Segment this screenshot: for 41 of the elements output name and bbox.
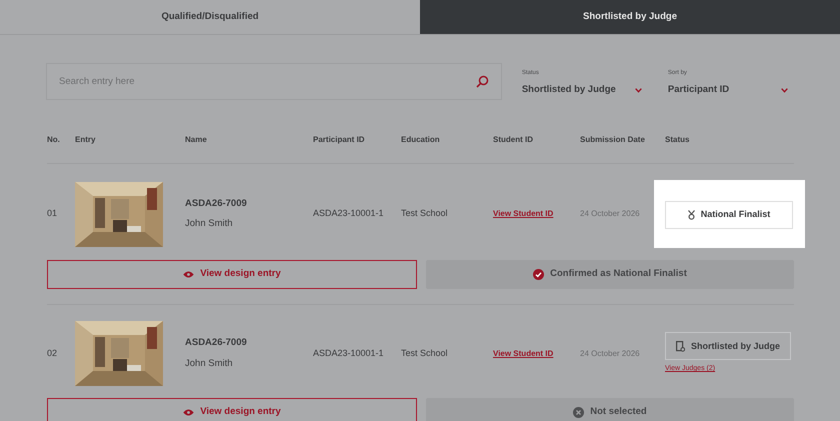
view-student-id-link[interactable]: View Student ID bbox=[493, 348, 554, 358]
row-number: 02 bbox=[47, 346, 58, 360]
participant-id: ASDA23-10001-1 bbox=[313, 348, 384, 358]
filter-dropdown[interactable]: Participant ID bbox=[668, 83, 788, 98]
view-student-id-link[interactable]: View Student ID bbox=[493, 209, 554, 218]
column-header: Student ID bbox=[493, 135, 533, 144]
chevron-down-icon bbox=[780, 88, 788, 93]
result-text: Not selected bbox=[590, 405, 647, 420]
column-header: Participant ID bbox=[313, 135, 365, 144]
medal-icon bbox=[688, 210, 695, 220]
participant-name: John Smith bbox=[185, 356, 234, 370]
check-circle-icon bbox=[533, 269, 544, 280]
status-button[interactable]: Shortlisted by Judge bbox=[665, 332, 792, 360]
search-icon[interactable] bbox=[476, 75, 489, 88]
result-text: Confirmed as National Finalist bbox=[550, 267, 687, 282]
education: Test School bbox=[401, 208, 448, 218]
status-button[interactable]: National Finalist bbox=[665, 201, 793, 229]
document-icon bbox=[676, 340, 685, 352]
entry-code: ASDA26-7009 bbox=[185, 336, 248, 350]
education: Test School bbox=[401, 348, 448, 358]
entry-code: ASDA26-7009 bbox=[185, 196, 248, 211]
column-header: No. bbox=[47, 135, 60, 144]
tab[interactable]: Shortlisted by Judge bbox=[420, 0, 840, 34]
row-number: 01 bbox=[47, 207, 58, 220]
eye-icon bbox=[183, 271, 194, 278]
column-header: Status bbox=[665, 135, 690, 144]
chevron-down-icon bbox=[634, 88, 642, 93]
filter-dropdown[interactable]: Shortlisted by Judge bbox=[522, 83, 642, 98]
view-design-entry-button[interactable]: View design entry bbox=[47, 260, 417, 289]
eye-icon bbox=[183, 409, 194, 416]
column-header: Submission Date bbox=[580, 135, 645, 144]
column-header: Name bbox=[185, 135, 207, 144]
column-header: Education bbox=[401, 135, 440, 144]
x-circle-icon bbox=[573, 407, 584, 418]
column-header: Entry bbox=[75, 135, 96, 144]
search-field[interactable]: Search entry here bbox=[46, 63, 502, 100]
submission-date: 24 October 2026 bbox=[580, 209, 640, 218]
participant-id: ASDA23-10001-1 bbox=[313, 208, 384, 218]
participant-name: John Smith bbox=[185, 217, 234, 231]
view-design-entry-button[interactable]: View design entry bbox=[47, 398, 417, 421]
submission-date: 24 October 2026 bbox=[580, 348, 640, 358]
